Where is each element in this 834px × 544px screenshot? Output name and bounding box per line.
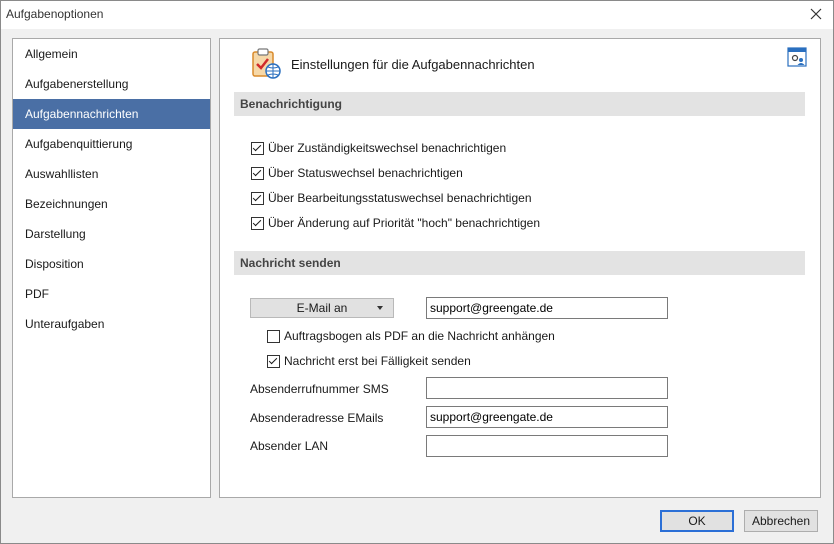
sms-sender-label: Absenderrufnummer SMS <box>250 382 389 396</box>
page-title: Einstellungen für die Aufgabennachrichte… <box>291 57 535 72</box>
sidebar-item-aufgabennachrichten[interactable]: Aufgabennachrichten <box>13 99 210 129</box>
sidebar-item-allgemein[interactable]: Allgemein <box>13 39 210 69</box>
checkbox-label: Auftragsbogen als PDF an die Nachricht a… <box>284 329 555 343</box>
sidebar-item-auswahllisten[interactable]: Auswahllisten <box>13 159 210 189</box>
email-sender-label: Absenderadresse EMails <box>250 411 384 425</box>
send-on-due-option[interactable]: Nachricht erst bei Fälligkeit senden <box>267 354 471 368</box>
send-method-dropdown[interactable]: E-Mail an <box>250 298 394 318</box>
task-notification-icon <box>252 48 281 79</box>
sidebar-item-aufgabenquittierung[interactable]: Aufgabenquittierung <box>13 129 210 159</box>
close-button[interactable] <box>807 5 825 23</box>
sidebar-item-aufgabenerstellung[interactable]: Aufgabenerstellung <box>13 69 210 99</box>
chevron-down-icon <box>377 306 383 310</box>
lan-sender-input[interactable] <box>426 435 668 457</box>
sidebar-item-pdf[interactable]: PDF <box>13 279 210 309</box>
checkbox-label: Über Bearbeitungsstatuswechsel benachric… <box>268 191 532 205</box>
checkbox[interactable] <box>267 354 280 368</box>
email-sender-input[interactable] <box>426 406 668 428</box>
settings-panel: Einstellungen für die Aufgabennachrichte… <box>219 38 821 498</box>
options-sidebar: Allgemein Aufgabenerstellung Aufgabennac… <box>12 38 211 498</box>
notify-prioritaet-option[interactable]: Über Änderung auf Priorität "hoch" benac… <box>251 216 540 230</box>
notify-status-option[interactable]: Über Statuswechsel benachrichtigen <box>251 166 463 180</box>
checkbox[interactable] <box>251 216 264 230</box>
sidebar-item-unteraufgaben[interactable]: Unteraufgaben <box>13 309 210 339</box>
checkbox[interactable] <box>251 141 264 155</box>
notify-bearbeitungsstatus-option[interactable]: Über Bearbeitungsstatuswechsel benachric… <box>251 191 532 205</box>
dropdown-label: E-Mail an <box>296 301 348 315</box>
email-recipient-input[interactable] <box>426 297 668 319</box>
lan-sender-label: Absender LAN <box>250 439 329 453</box>
section-benachrichtigung: Benachrichtigung <box>234 92 805 116</box>
checkbox-label: Über Änderung auf Priorität "hoch" benac… <box>268 216 541 230</box>
ok-button[interactable]: OK <box>660 510 734 532</box>
title-bar: Aufgabenoptionen <box>1 1 833 29</box>
checkbox-label: Über Zuständigkeitswechsel benachrichtig… <box>268 141 507 155</box>
user-settings-icon[interactable] <box>787 47 807 67</box>
section-nachricht-senden: Nachricht senden <box>234 251 805 275</box>
cancel-button[interactable]: Abbrechen <box>744 510 818 532</box>
window-title: Aufgabenoptionen <box>6 7 104 21</box>
dialog-window: Aufgabenoptionen Allgemein Aufgabenerste… <box>0 0 834 544</box>
sidebar-item-bezeichnungen[interactable]: Bezeichnungen <box>13 189 210 219</box>
attach-pdf-option[interactable]: Auftragsbogen als PDF an die Nachricht a… <box>267 329 555 343</box>
checkbox-label: Nachricht erst bei Fälligkeit senden <box>284 354 471 368</box>
checkbox[interactable] <box>251 166 264 180</box>
checkbox[interactable] <box>267 329 280 343</box>
checkbox[interactable] <box>251 191 264 205</box>
checkbox-label: Über Statuswechsel benachrichtigen <box>268 166 463 180</box>
sidebar-item-disposition[interactable]: Disposition <box>13 249 210 279</box>
sidebar-item-darstellung[interactable]: Darstellung <box>13 219 210 249</box>
close-icon <box>810 8 822 20</box>
notify-zustaendigkeit-option[interactable]: Über Zuständigkeitswechsel benachrichtig… <box>251 141 506 155</box>
sms-sender-input[interactable] <box>426 377 668 399</box>
